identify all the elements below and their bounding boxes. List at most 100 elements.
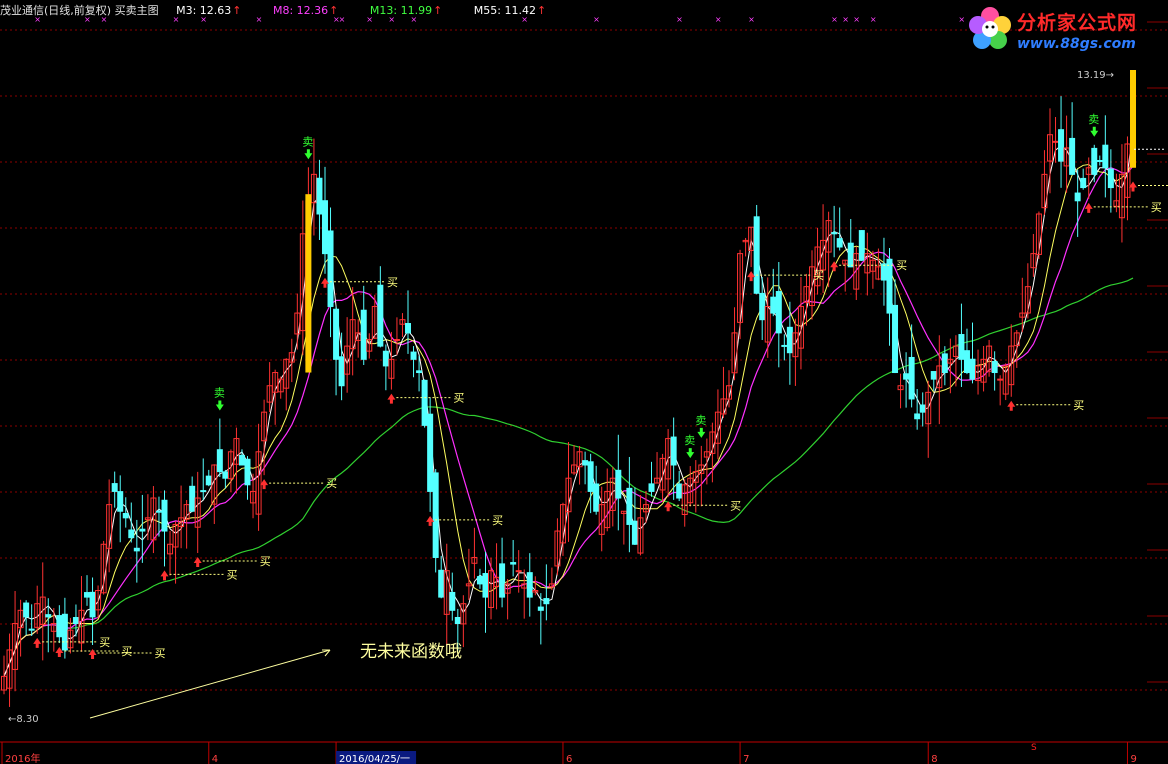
candle-body (216, 449, 223, 473)
buy-label: 买 (99, 636, 110, 649)
event-marker: × (870, 15, 877, 24)
candle-body (919, 404, 926, 413)
candle-body (1107, 168, 1114, 189)
buy-arrow-icon (1007, 400, 1016, 411)
candle-body (45, 614, 52, 618)
sell-arrow-icon (304, 149, 313, 160)
m3-legend: M3: 12.63↑ (176, 4, 242, 17)
m13-legend: M13: 11.99↑ (369, 4, 443, 17)
event-marker: × (842, 15, 849, 24)
candle-body (133, 547, 140, 552)
buy-arrow-icon (193, 557, 202, 568)
candle-body (111, 483, 118, 492)
candle-body (781, 344, 788, 347)
candle-body (333, 308, 340, 360)
m8-line (3, 159, 1134, 677)
candle-body (543, 598, 550, 605)
candle-body (670, 436, 677, 466)
candle-body (626, 487, 633, 525)
candle-body (360, 309, 367, 360)
buy-label: 买 (121, 645, 132, 658)
x-tick-label: 2016/04/25/一 (339, 754, 410, 764)
candle-body (991, 360, 998, 374)
candle-body (1074, 192, 1081, 202)
sell-arrow-icon (686, 448, 695, 459)
candle-body (963, 350, 970, 374)
candle-body (775, 291, 782, 334)
candle-body (593, 483, 600, 512)
buy-label: 买 (453, 392, 464, 405)
candle-body (84, 592, 91, 598)
candle-body (631, 520, 638, 545)
buy-arrow-icon (387, 393, 396, 404)
candle-body (321, 200, 328, 255)
candle-body (903, 373, 910, 380)
candle-body (421, 379, 428, 426)
m13-path (3, 165, 1134, 677)
candle-body (161, 499, 168, 532)
candle-body (338, 356, 345, 387)
candle-body (200, 490, 207, 493)
candle-body (997, 378, 1004, 381)
buy-label: 买 (155, 647, 166, 660)
candle-body (449, 591, 456, 611)
event-marker: × (831, 15, 838, 24)
logo-url[interactable]: www.88gs.com (1017, 36, 1136, 52)
candle-body (139, 528, 146, 532)
buy-label: 买 (730, 499, 741, 512)
sell-label: 卖 (684, 434, 695, 447)
candle-body (831, 232, 838, 235)
candle-body (238, 454, 245, 466)
candle-body (908, 356, 915, 400)
candle-body (222, 471, 229, 479)
buy-label: 买 (813, 269, 824, 282)
candle-body (327, 230, 334, 307)
candle-body (117, 491, 124, 512)
m13-line (3, 165, 1134, 677)
candle-body (454, 616, 461, 625)
annotation-arrow (89, 649, 331, 719)
candle-body (1069, 137, 1076, 175)
candle-body (23, 602, 30, 618)
buy-label: 买 (1073, 399, 1084, 412)
buy-label: 买 (260, 555, 271, 568)
candle-body (526, 572, 533, 598)
buy-arrow-icon (33, 637, 42, 648)
candle-body (476, 576, 483, 585)
candlesticks (1, 70, 1136, 707)
candle-body (582, 460, 589, 466)
candle-body (858, 230, 865, 261)
candle-body (28, 628, 35, 631)
event-marker: × (748, 15, 755, 24)
candle-body (1058, 129, 1065, 162)
candle-body (914, 413, 921, 420)
kline-chart[interactable]: 买买买买买买买买买买买买买买买卖卖卖卖卖 2016年42016/04/25/一6… (0, 0, 1168, 764)
candle-body (155, 510, 162, 513)
candle-body (205, 475, 212, 486)
candle-body (499, 563, 506, 598)
m8-legend: M8: 12.36↑ (272, 4, 339, 17)
candle-body (759, 292, 766, 321)
y-max-label: 13.19→ (1077, 70, 1114, 81)
buy-label: 买 (492, 514, 503, 527)
buy-label: 买 (226, 568, 237, 581)
candle-body (880, 263, 887, 281)
chart-title: 茂业通信(日线,前复权) 买卖主图 (0, 4, 159, 17)
candle-body (377, 284, 384, 347)
x-tick-label: 8 (931, 754, 937, 764)
candle-body (72, 617, 79, 625)
x-tick-label: 7 (743, 754, 749, 764)
sell-arrow-icon (1090, 126, 1099, 137)
candle-body (382, 350, 389, 367)
candle-body (427, 413, 434, 492)
candle-body (615, 469, 622, 499)
candle-body (537, 606, 544, 611)
candle-body (1096, 159, 1103, 162)
sell-label: 卖 (695, 414, 706, 427)
price-grid (0, 21, 1168, 691)
x-tick-label: 6 (566, 754, 572, 764)
candle-body (56, 615, 63, 638)
y-min-label: ←8.30 (8, 714, 39, 725)
gold-bar (305, 194, 312, 373)
buy-arrow-icon (88, 648, 97, 659)
